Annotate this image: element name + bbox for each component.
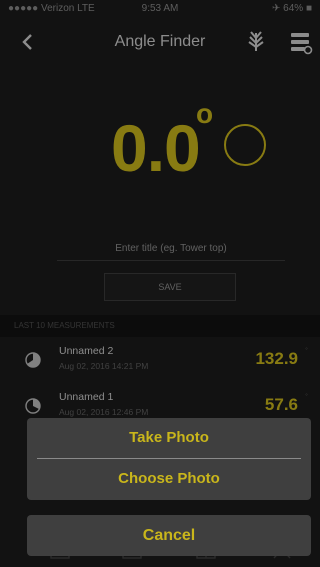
- take-photo-button[interactable]: Take Photo: [27, 418, 311, 458]
- choose-photo-button[interactable]: Choose Photo: [27, 459, 311, 499]
- app-screen: ●●●●● Verizon LTE 9:53 AM ✈ 64% ■ Angle …: [0, 0, 320, 567]
- cancel-button[interactable]: Cancel: [27, 515, 311, 556]
- photo-action-sheet: Take Photo Choose Photo: [27, 418, 311, 500]
